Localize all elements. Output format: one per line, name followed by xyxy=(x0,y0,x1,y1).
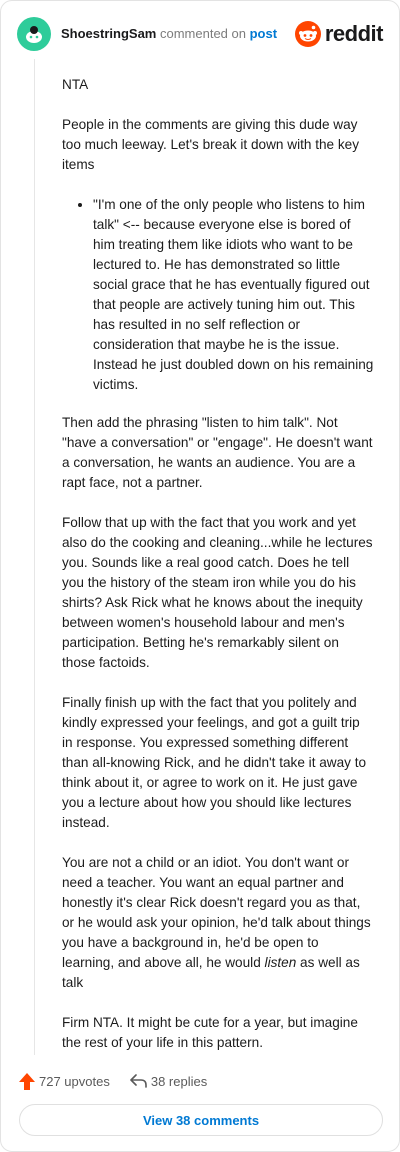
comment-paragraph-3: Follow that up with the fact that you wo… xyxy=(62,515,373,670)
view-comments-button[interactable]: View 38 comments xyxy=(19,1104,383,1136)
upvote-stat[interactable]: 727 upvotes xyxy=(19,1072,110,1090)
list-item: "I'm one of the only people who listens … xyxy=(93,195,374,395)
upvote-count: 727 upvotes xyxy=(39,1073,110,1089)
comment-list: "I'm one of the only people who listens … xyxy=(62,195,374,395)
comment-opening: NTA xyxy=(62,77,89,92)
comment-body: NTA People in the comments are giving th… xyxy=(62,75,374,1073)
reply-arrow-icon xyxy=(130,1074,147,1088)
comment-header: ShoestringSam commented on post reddit xyxy=(17,17,384,51)
comment-paragraph-5: You are not a child or an idiot. You don… xyxy=(62,853,374,993)
comment-meta: ShoestringSam commented on post xyxy=(61,26,277,42)
reddit-logo[interactable]: reddit xyxy=(294,21,384,47)
snoo-avatar-icon[interactable] xyxy=(17,17,51,51)
comment-paragraph-2: Then add the phrasing "listen to him tal… xyxy=(62,415,373,490)
comment-paragraph-4: Finally finish up with the fact that you… xyxy=(62,695,367,830)
comment-card: ShoestringSam commented on post reddit N… xyxy=(0,0,400,1152)
upvote-arrow-icon xyxy=(19,1072,35,1090)
paragraph-5-text-before: You are not a child or an idiot. You don… xyxy=(62,855,371,970)
username-link[interactable]: ShoestringSam xyxy=(61,26,156,41)
post-link[interactable]: post xyxy=(250,26,277,41)
comment-paragraph-6: Firm NTA. It might be cute for a year, b… xyxy=(62,1015,358,1050)
emphasis-listen: listen xyxy=(264,955,297,970)
reddit-logo-icon xyxy=(294,21,321,47)
comment-footer: 727 upvotes 38 replies xyxy=(19,1071,207,1091)
reply-stat[interactable]: 38 replies xyxy=(130,1074,207,1089)
reddit-wordmark: reddit xyxy=(324,21,384,46)
reply-count: 38 replies xyxy=(150,1073,208,1089)
thread-line[interactable] xyxy=(34,59,35,1055)
commented-on-text: commented on xyxy=(159,26,246,41)
comment-paragraph-1: People in the comments are giving this d… xyxy=(62,117,360,172)
